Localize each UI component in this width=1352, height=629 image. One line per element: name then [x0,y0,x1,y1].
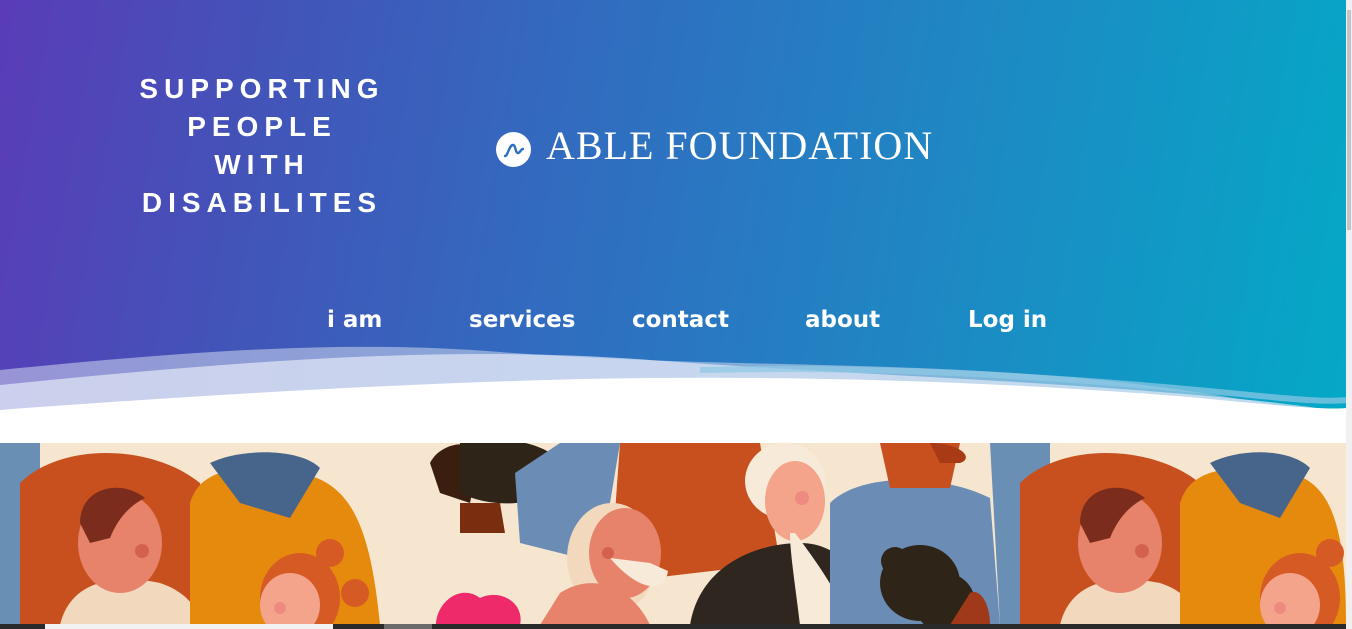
bottom-strip [0,624,1346,629]
tagline-line: PEOPLE [187,111,337,142]
hero-header: SUPPORTING PEOPLE WITH DISABILITES ABLE … [0,0,1346,445]
page: SUPPORTING PEOPLE WITH DISABILITES ABLE … [0,0,1352,629]
wave-decoration [0,346,1346,445]
bottom-strip-segment [384,624,432,629]
brand-name: ABLE FOUNDATION [546,123,934,168]
vertical-scrollbar[interactable] [1346,0,1352,629]
brand[interactable]: ABLE FOUNDATION [496,122,933,169]
tagline: SUPPORTING PEOPLE WITH DISABILITES [88,70,436,222]
scrollbar-thumb[interactable] [1347,10,1351,230]
people-illustration [0,443,1346,625]
tagline-line: WITH [214,149,310,180]
bottom-strip-segment [45,624,333,629]
tagline-line: SUPPORTING [139,73,385,104]
diverse-people-illustration [0,443,1346,625]
tagline-line: DISABILITES [141,187,383,218]
wave-logo-icon [496,132,531,167]
